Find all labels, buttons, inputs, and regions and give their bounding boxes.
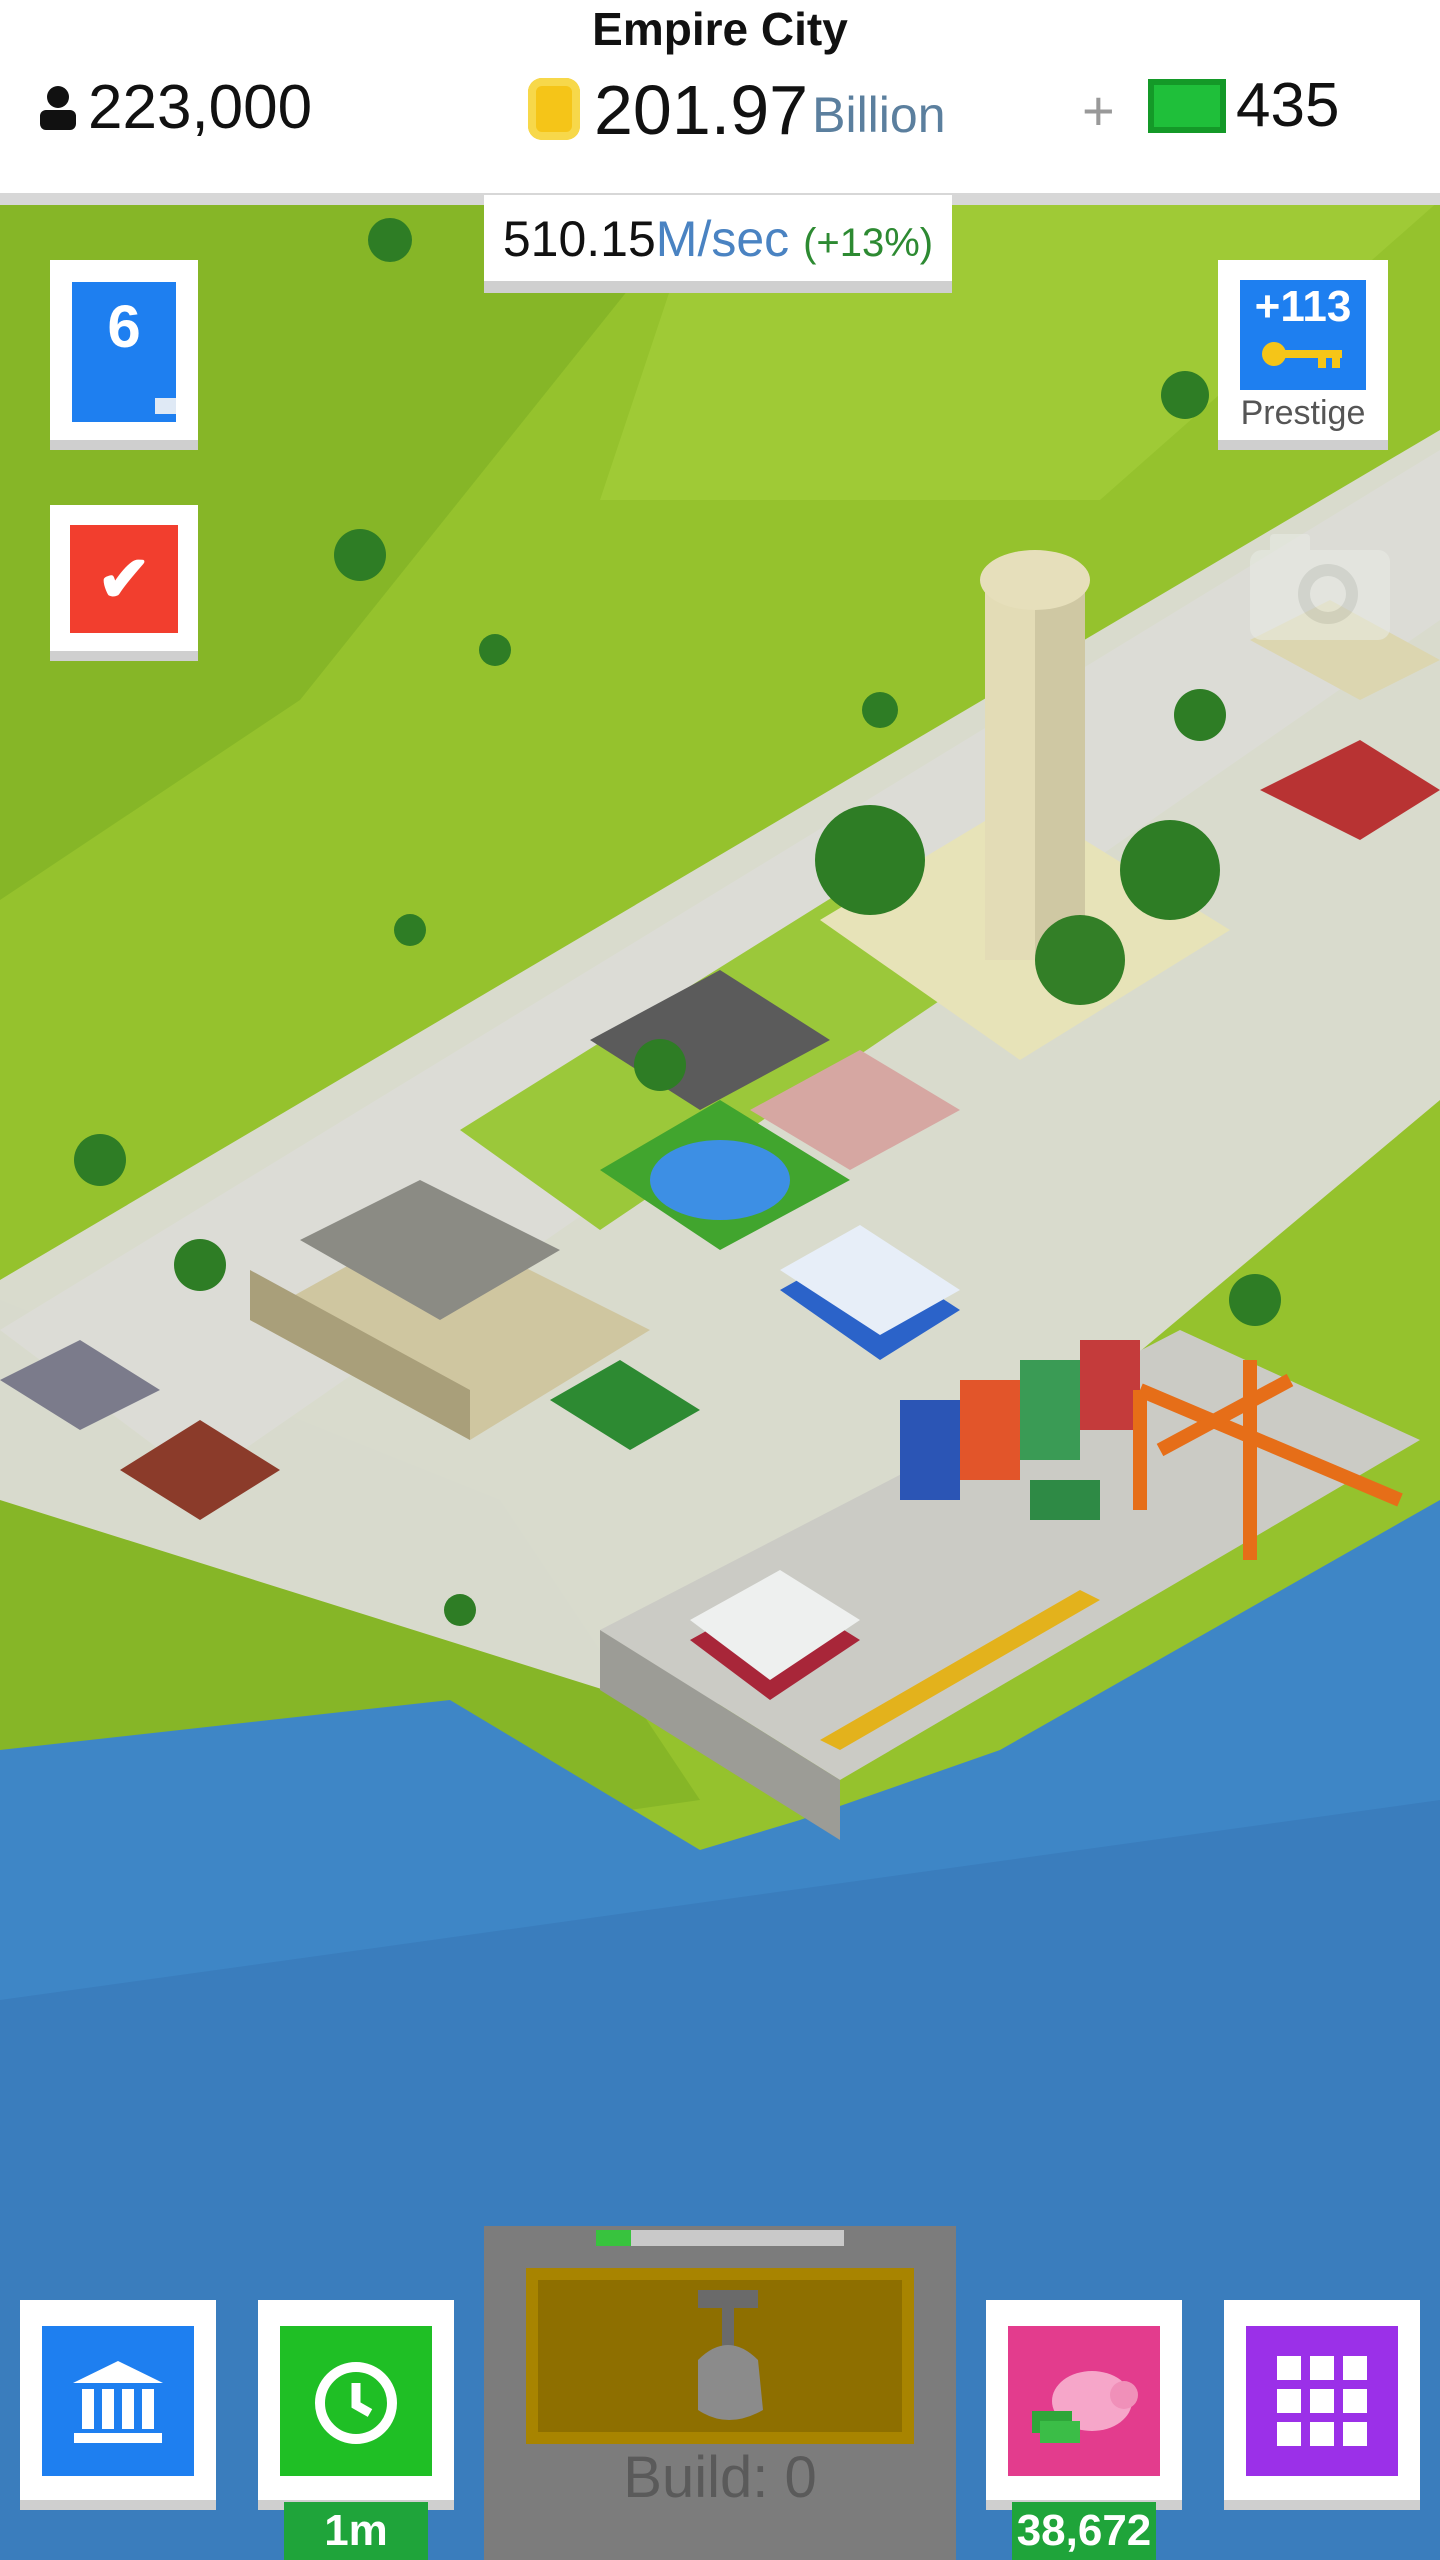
piggy-bank-button[interactable] [986, 2300, 1182, 2510]
build-panel[interactable]: Build: 0 [484, 2226, 956, 2560]
container [900, 1400, 960, 1500]
population-value: 223,000 [88, 73, 313, 142]
clock-icon [280, 2326, 432, 2476]
cash-icon [1148, 78, 1226, 133]
hammer-hand-icon [698, 2290, 763, 2420]
level-progress-fill [72, 398, 156, 414]
population-counter: 223,000 [38, 72, 312, 143]
money-counter: 201.97 Billion [528, 70, 946, 150]
bank-icon [42, 2326, 194, 2476]
prestige-button[interactable]: +113 Prestige [1218, 260, 1388, 450]
piggy-bank-icon [1008, 2326, 1160, 2476]
person-icon [40, 85, 76, 130]
tasks-button[interactable]: ✔ [50, 505, 198, 661]
piggy-bank-value: 38,672 [1012, 2502, 1156, 2560]
add-cash-plus[interactable]: + [1082, 78, 1115, 143]
income-value: 510.15 [502, 211, 656, 267]
camera-icon[interactable] [1250, 530, 1390, 640]
check-icon: ✔ [70, 525, 178, 633]
menu-grid-button[interactable] [1224, 2300, 1420, 2510]
build-progress-fill [596, 2230, 631, 2246]
cash-counter[interactable]: 435 [1148, 70, 1339, 141]
income-unit: M/sec [655, 211, 790, 267]
prestige-label: Prestige [1240, 394, 1366, 432]
build-button[interactable] [526, 2268, 914, 2444]
prestige-amount: +113 [1254, 282, 1352, 331]
money-value: 201.97 [594, 71, 809, 149]
build-label: Build: 0 [623, 2445, 817, 2510]
cash-value: 435 [1236, 71, 1340, 140]
city-name: Empire City [592, 3, 848, 55]
level-progress-bar [72, 398, 176, 414]
level-button[interactable]: 6 [50, 260, 198, 450]
level-number: 6 [107, 293, 141, 360]
build-progress-bar [596, 2230, 844, 2246]
income-bonus: (+13%) [803, 221, 934, 265]
time-warp-button[interactable] [258, 2300, 454, 2510]
bank-button[interactable] [20, 2300, 216, 2510]
coin-icon [528, 78, 580, 140]
income-rate: 510.15M/sec (+13%) [484, 195, 952, 293]
money-unit: Billion [812, 87, 946, 143]
timer-label: 1m [284, 2502, 428, 2560]
key-icon [1262, 342, 1342, 368]
grid-icon [1246, 2326, 1398, 2476]
